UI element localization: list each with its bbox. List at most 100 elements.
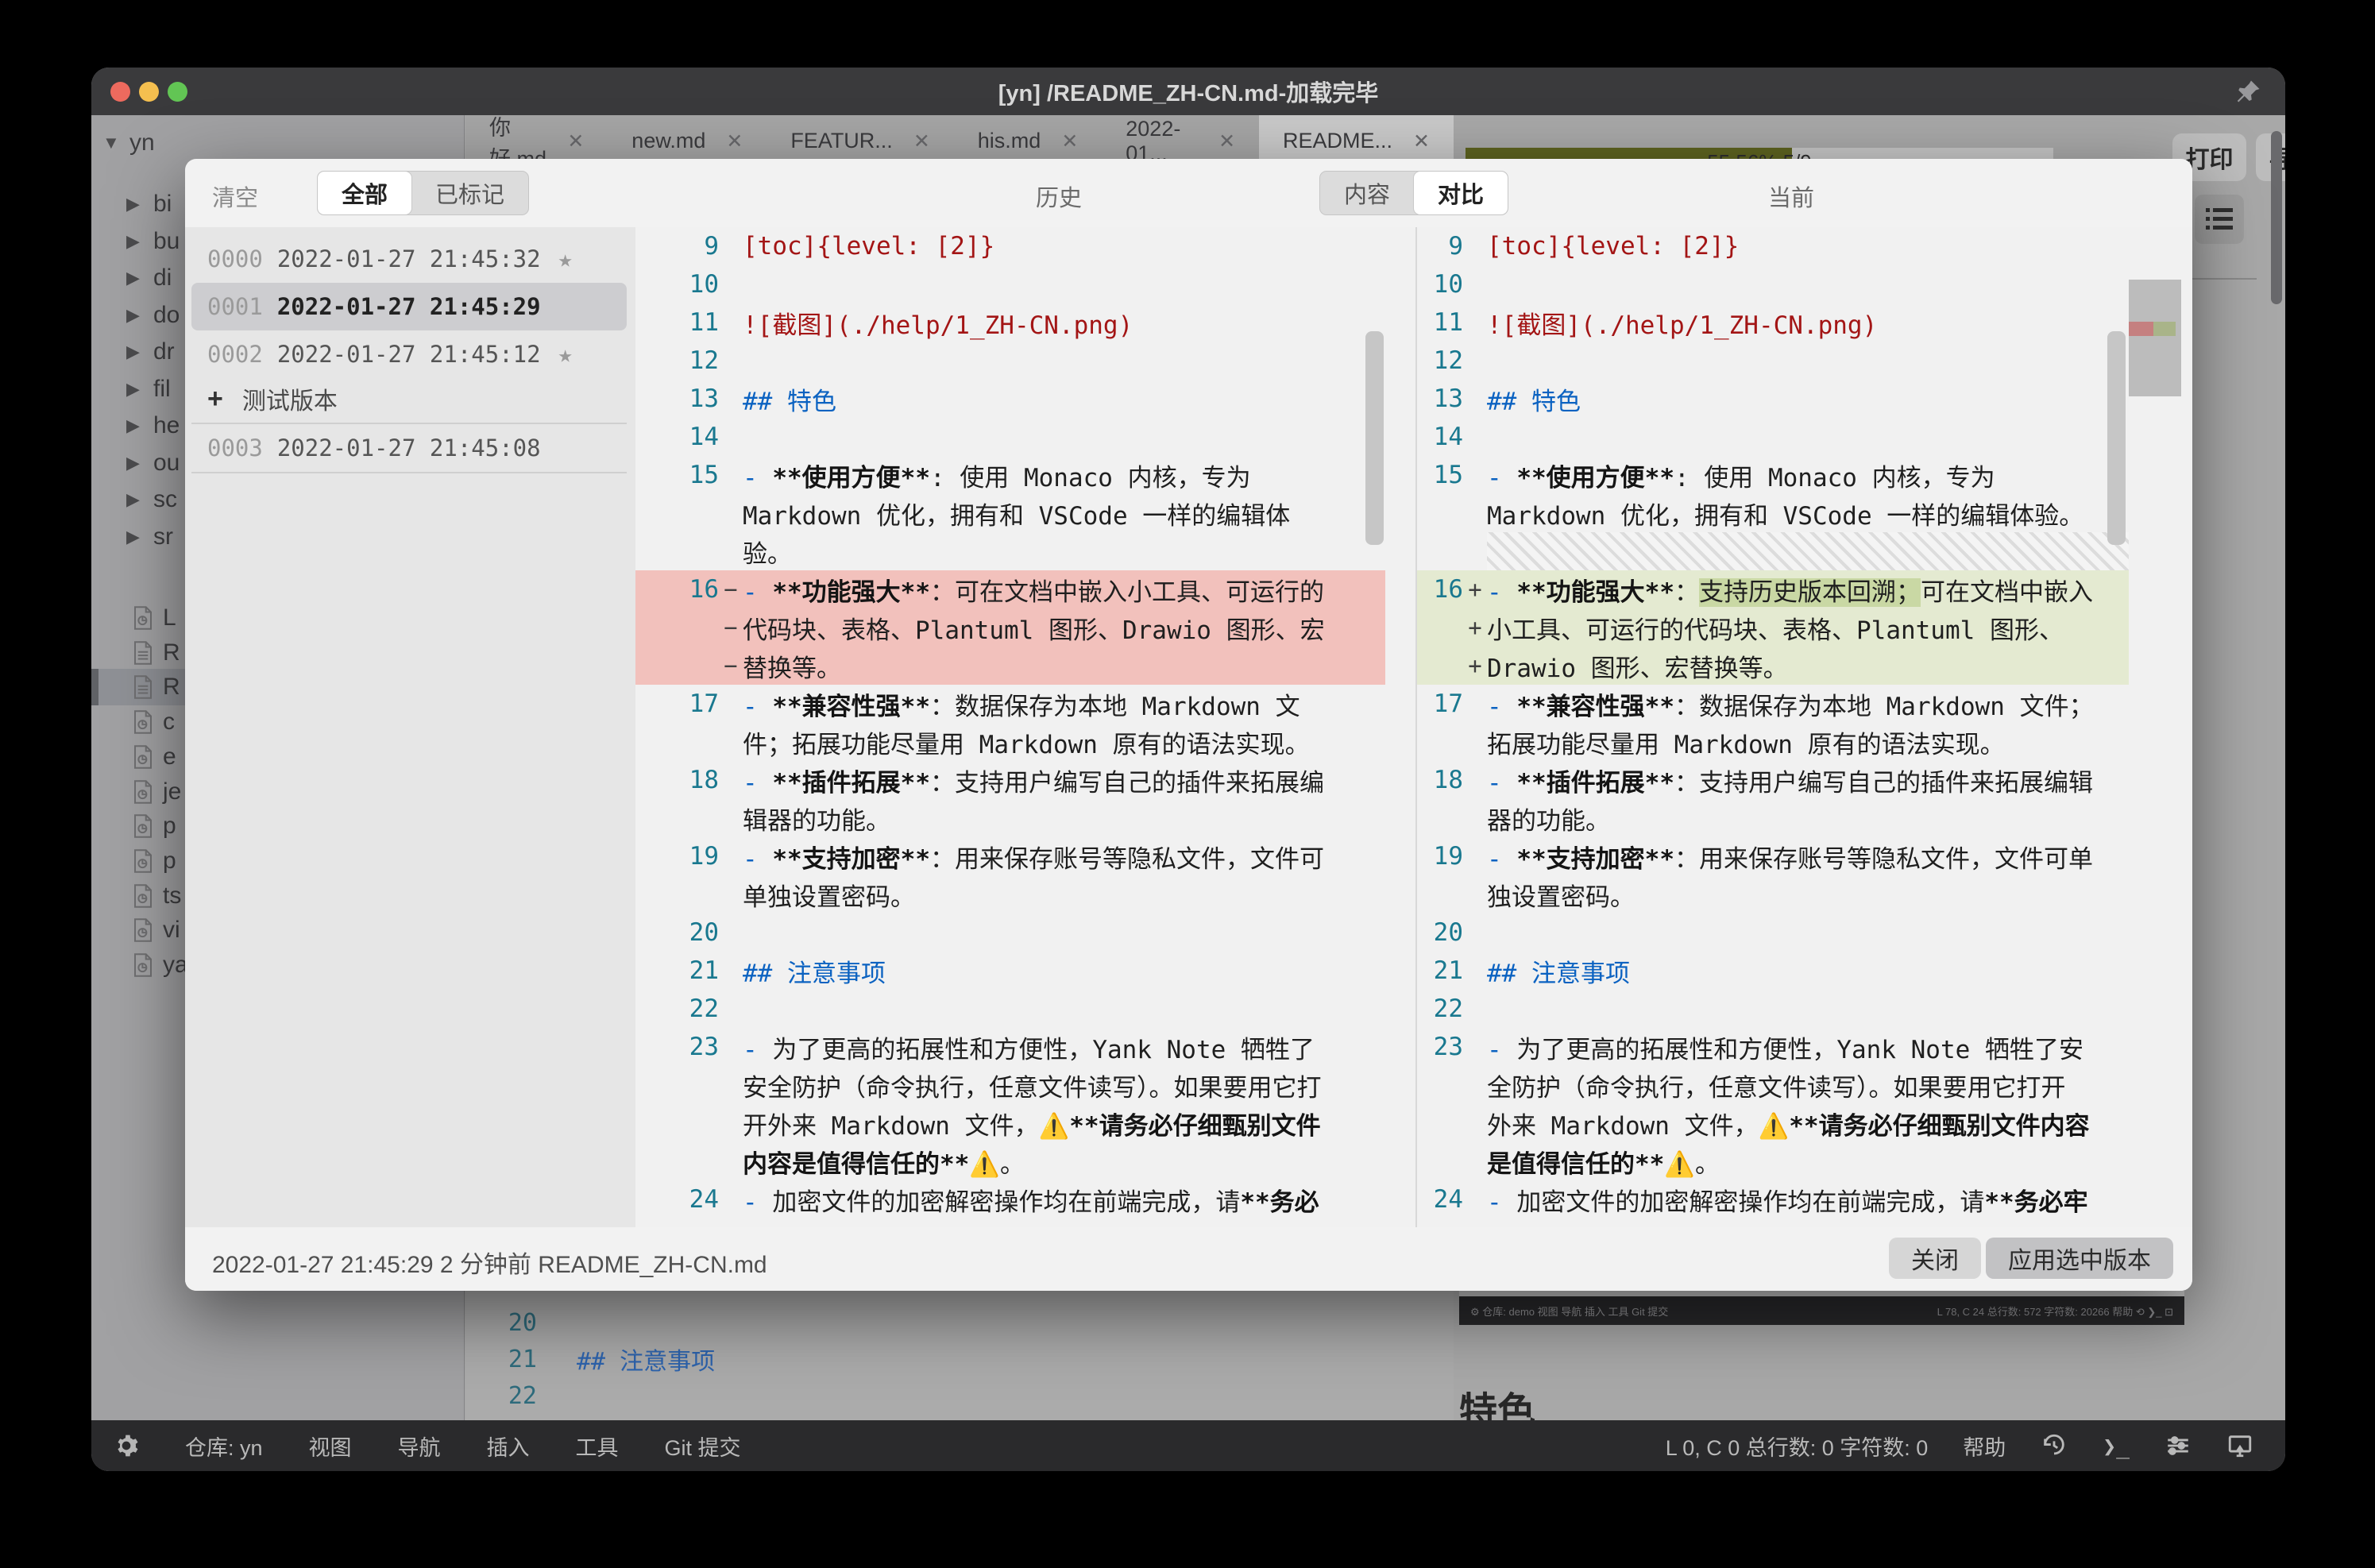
pin-icon[interactable] — [2234, 77, 2263, 106]
chevron-icon[interactable]: ▶ — [126, 305, 153, 326]
sliders-icon[interactable] — [2165, 1432, 2192, 1459]
diff-row: 14 — [635, 418, 1385, 456]
status-right: L 0, C 0 总行数: 0 字符数: 0 帮助 ❯_ — [1666, 1431, 2253, 1462]
preview-scrollbar[interactable] — [2271, 131, 2282, 304]
diff-row: 内容是值得信任的**⚠️。 — [635, 1142, 1385, 1180]
statusbar-menu-插入[interactable]: 插入 — [487, 1431, 530, 1462]
content-mode-option[interactable]: 内容 — [1320, 172, 1414, 214]
history-dialog: 清空 全部 已标记 历史 内容 对比 当前 00002022-01-27 21:… — [185, 159, 2192, 1291]
diff-row: Markdown 优化，拥有和 VSCode 一样的编辑体 — [635, 494, 1385, 532]
dialog-header: 清空 全部 已标记 历史 内容 对比 当前 — [185, 159, 2192, 227]
embedded-statusbar-left: ⚙ 仓库: demo 视图 导航 插入 工具 Git 提交 — [1470, 1303, 1668, 1319]
add-version-button[interactable]: +测试版本 — [191, 378, 627, 419]
toc-button[interactable] — [2195, 195, 2244, 244]
tree-item-label: ya — [163, 952, 188, 979]
version-date: 2022-01-27 21:45:32 — [277, 245, 541, 272]
close-icon[interactable]: ✕ — [913, 129, 930, 153]
diff-row: 拓展功能尽量用 Markdown 原有的语法实现。 — [1417, 723, 2129, 761]
history-icon[interactable] — [2041, 1432, 2068, 1459]
tree-item-label: he — [153, 412, 180, 439]
version-date: 2022-01-27 21:45:08 — [277, 434, 541, 462]
tree-item-label: je — [163, 778, 181, 805]
version-row-0002[interactable]: 00022022-01-27 21:45:12★ — [191, 334, 627, 375]
diff-row: 是值得信任的**⚠️。 — [1417, 1142, 2129, 1180]
apply-version-button[interactable]: 应用选中版本 — [1986, 1238, 2173, 1279]
diff-row: 15- **使用方便**: 使用 Monaco 内核，专为 — [1417, 456, 2129, 494]
selection-bar — [91, 669, 98, 705]
gear-icon[interactable] — [114, 1433, 139, 1458]
tree-item-label: bi — [153, 191, 172, 218]
close-icon[interactable]: ✕ — [1218, 129, 1235, 153]
diff-row: 24- 加密文件的加密解密操作均在前端完成，请**务必 — [635, 1180, 1385, 1218]
statusbar-menu-导航[interactable]: 导航 — [398, 1431, 441, 1462]
version-date: 2022-01-27 21:45:29 — [277, 293, 541, 320]
overview-deletion-mark — [2129, 322, 2153, 336]
version-row-0000[interactable]: 00002022-01-27 21:45:32★ — [191, 238, 627, 280]
diff-row: 22 — [635, 990, 1385, 1028]
diff-row: 11![截图](./help/1_ZH-CN.png) — [1417, 303, 2129, 342]
chevron-icon[interactable]: ▶ — [126, 342, 153, 362]
current-scrollbar[interactable] — [2107, 331, 2126, 545]
diff-row: 9[toc]{level: [2]} — [635, 227, 1385, 265]
statusbar-menu-视图[interactable]: 视图 — [309, 1431, 352, 1462]
help-menu[interactable]: 帮助 — [1963, 1431, 2006, 1462]
version-row-0003[interactable]: 0003 2022-01-27 21:45:08 — [191, 427, 627, 469]
diff-row: 安全防护（命令执行，任意文件读写）。如果要用它打 — [635, 1066, 1385, 1104]
diff-row: 10 — [635, 265, 1385, 303]
tree-item-label: sr — [153, 523, 173, 550]
version-index: 0003 — [207, 434, 263, 462]
chevron-icon[interactable]: ▶ — [126, 268, 153, 288]
statusbar-menu-工具[interactable]: 工具 — [576, 1431, 619, 1462]
terminal-icon[interactable]: ❯_ — [2103, 1433, 2130, 1459]
star-icon[interactable]: ★ — [558, 341, 573, 369]
chevron-icon[interactable]: ▶ — [126, 415, 153, 436]
chevron-icon[interactable]: ▶ — [126, 231, 153, 252]
tree-item-label: c — [163, 709, 175, 736]
tree-item-label: fil — [153, 376, 171, 403]
diff-row: 17- **兼容性强**：数据保存为本地 Markdown 文件； — [1417, 685, 2129, 723]
file-icon — [133, 641, 153, 665]
compare-mode-option[interactable]: 对比 — [1414, 172, 1508, 214]
chevron-icon[interactable]: ▶ — [126, 379, 153, 400]
chevron-icon[interactable]: ▼ — [102, 133, 129, 153]
chevron-icon[interactable]: ▶ — [126, 453, 153, 473]
tree-item-label: L — [163, 604, 176, 631]
statusbar-menu-Git-提交[interactable]: Git 提交 — [665, 1431, 741, 1462]
diff-row: 验。 — [635, 532, 1385, 570]
diff-row: 23- 为了更高的拓展性和方便性，Yank Note 牺牲了 — [635, 1028, 1385, 1066]
current-column-label: 当前 — [1744, 180, 1839, 213]
embedded-screenshot-top — [1459, 1291, 2184, 1296]
clear-button[interactable]: 清空 — [212, 180, 258, 213]
filter-all-option[interactable]: 全部 — [318, 172, 411, 214]
version-index: 0001 — [207, 293, 263, 320]
star-icon[interactable]: ★ — [558, 245, 573, 273]
presentation-icon[interactable] — [2226, 1432, 2253, 1459]
chevron-icon[interactable]: ▶ — [126, 527, 153, 547]
sidebar-file-yn[interactable]: ▼yn — [91, 125, 464, 161]
version-list: 00002022-01-27 21:45:32★00012022-01-27 2… — [185, 227, 635, 1227]
file-icon — [133, 918, 153, 942]
diff-row: 22 — [1417, 990, 2129, 1028]
close-icon[interactable]: ✕ — [1061, 129, 1078, 153]
chevron-icon[interactable]: ▶ — [126, 489, 153, 510]
diff-row: 20 — [635, 913, 1385, 952]
close-dialog-button[interactable]: 关闭 — [1889, 1238, 1981, 1279]
chevron-icon[interactable]: ▶ — [126, 194, 153, 214]
filter-marked-option[interactable]: 已标记 — [411, 172, 528, 214]
diff-filler-row — [1417, 532, 2129, 570]
diff-overview-ruler[interactable] — [2129, 227, 2181, 640]
version-row-0001[interactable]: 0001 2022-01-27 21:45:29 — [191, 283, 627, 330]
diff-row: 19- **支持加密**：用来保存账号等隐私文件，文件可 — [635, 837, 1385, 875]
editor-line: 22 — [465, 1377, 1454, 1414]
close-icon[interactable]: ✕ — [567, 129, 584, 153]
close-icon[interactable]: ✕ — [726, 129, 743, 153]
history-column-label: 历史 — [1011, 180, 1106, 213]
cursor-info: L 0, C 0 总行数: 0 字符数: 0 — [1666, 1431, 1929, 1462]
statusbar-menu-仓库-yn[interactable]: 仓库: yn — [185, 1431, 263, 1462]
diff-added-row: +小工具、可运行的代码块、表格、Plantuml 图形、 — [1417, 608, 2129, 647]
diff-row: 11![截图](./help/1_ZH-CN.png) — [635, 303, 1385, 342]
history-scrollbar[interactable] — [1365, 331, 1384, 545]
file-icon — [133, 884, 153, 908]
tab-label: new.md — [631, 129, 705, 153]
close-icon[interactable]: ✕ — [1413, 129, 1430, 153]
